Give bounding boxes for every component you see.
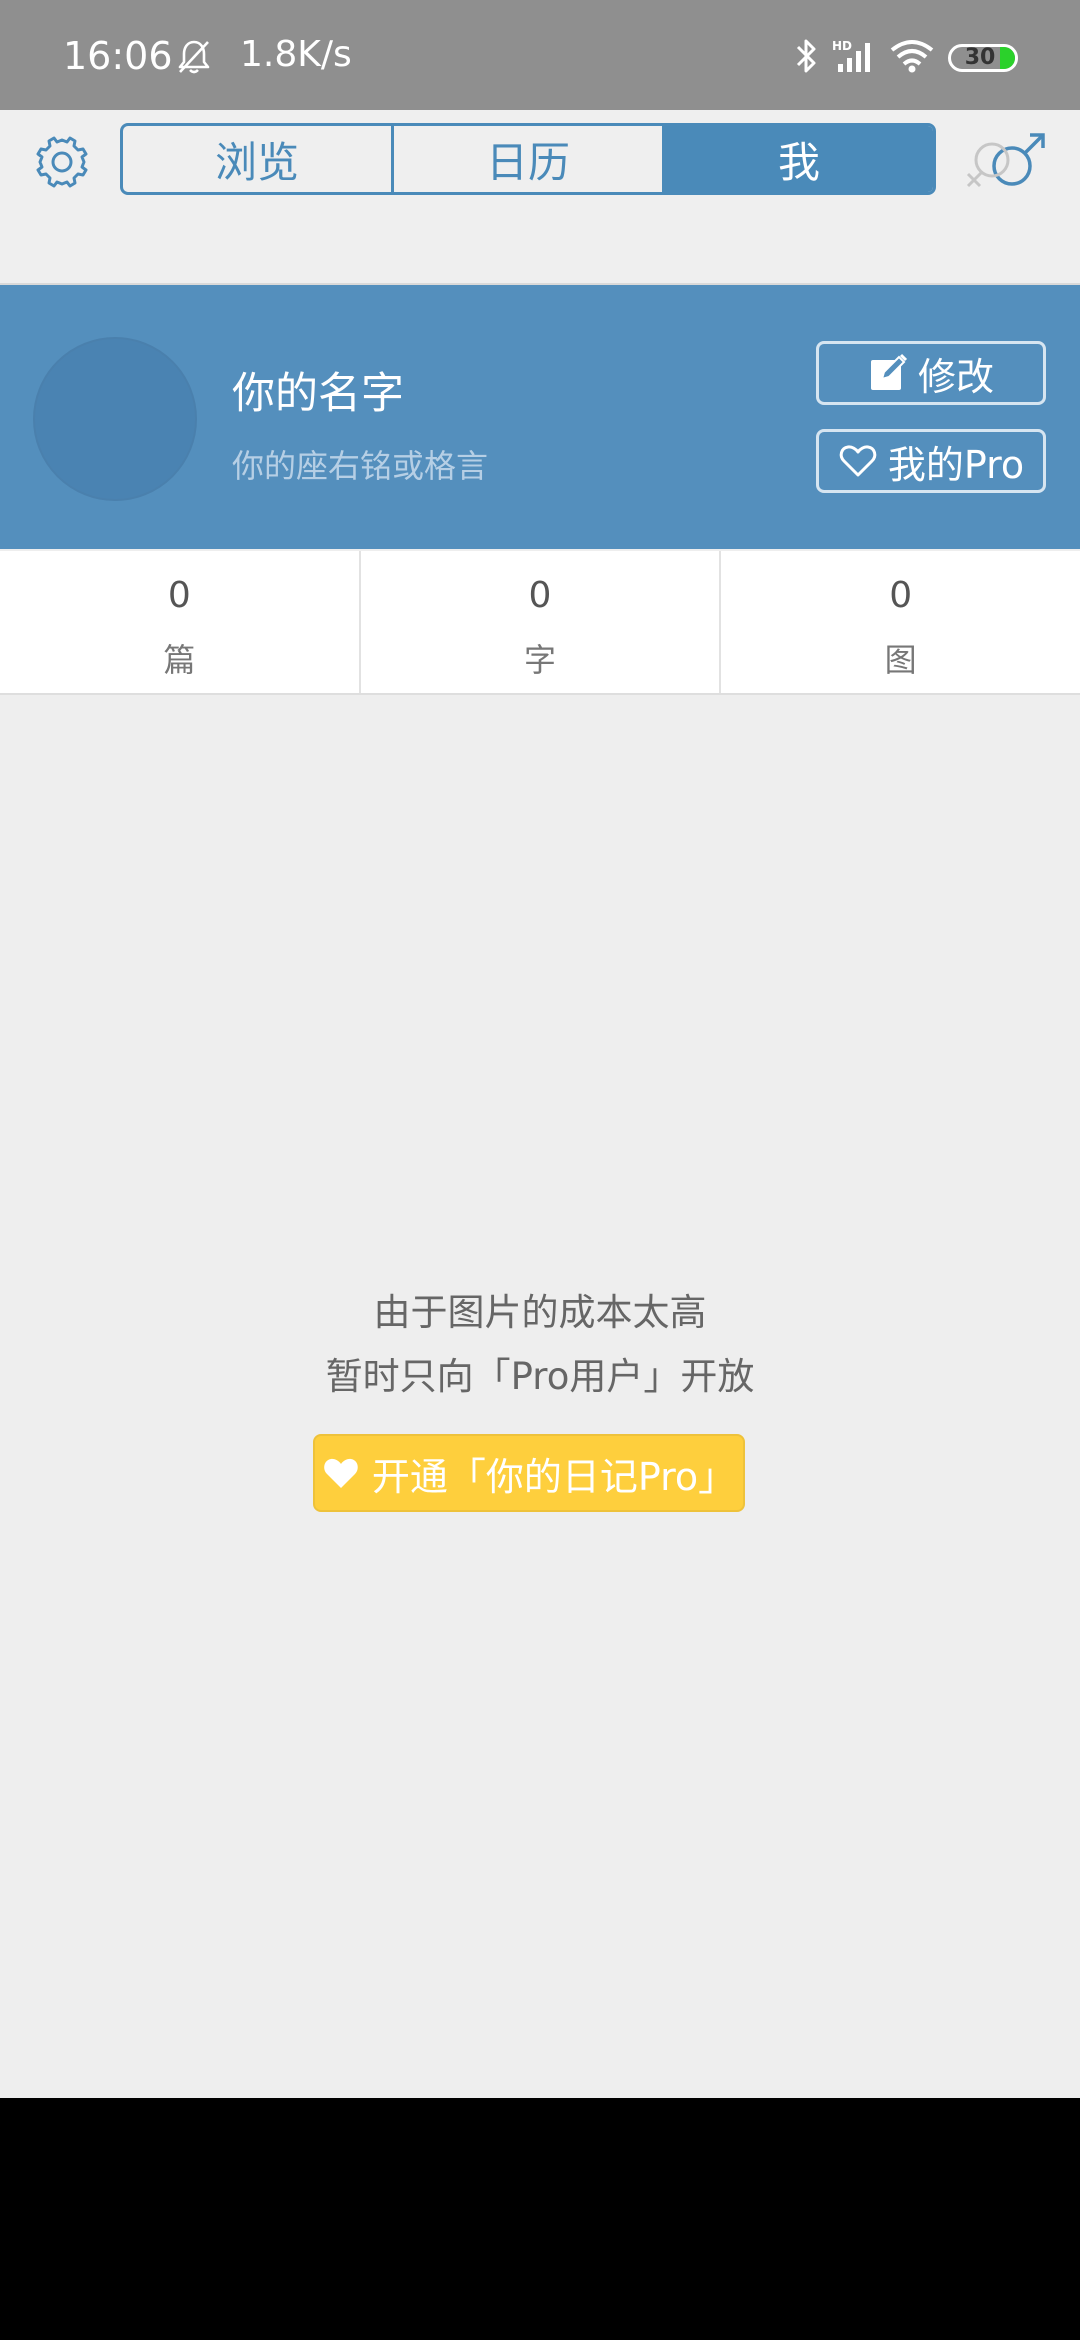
profile-motto[interactable]: 你的座右铭或格言 <box>232 441 488 487</box>
edit-profile-button[interactable]: 修改 <box>816 341 1046 405</box>
status-bar: 16:06 1.8K/s HD 30 <box>0 0 1080 110</box>
stat-images[interactable]: 0 图 <box>721 551 1080 693</box>
my-pro-label: 我的Pro <box>887 442 1025 487</box>
stat-images-value: 0 <box>889 575 913 616</box>
gender-icon[interactable] <box>960 128 1050 204</box>
pro-notice-line1: 由于图片的成本太高 <box>373 1291 707 1334</box>
upgrade-pro-button[interactable]: 开通「你的日记Pro」 <box>313 1434 745 1512</box>
battery-percent: 30 <box>964 45 996 70</box>
stat-words-label: 字 <box>524 641 557 679</box>
profile-header: 你的名字 你的座右铭或格言 修改 我的Pro <box>0 285 1080 549</box>
stats-row: 0 篇 0 字 0 图 <box>0 551 1080 695</box>
pro-notice-line2: 暂时只向「Pro用户」开放 <box>325 1355 755 1398</box>
stat-images-label: 图 <box>884 641 917 679</box>
my-pro-button[interactable]: 我的Pro <box>816 429 1046 493</box>
status-time: 16:06 <box>63 34 173 78</box>
upgrade-pro-label: 开通「你的日记Pro」 <box>371 1454 737 1499</box>
tab-me[interactable]: 我 <box>665 126 933 192</box>
edit-icon <box>870 353 908 390</box>
stat-words-value: 0 <box>528 575 552 616</box>
view-tabs: 浏览 日历 我 <box>120 123 936 195</box>
top-bar: 浏览 日历 我 <box>0 110 1080 285</box>
gear-icon[interactable] <box>30 130 94 194</box>
stat-entries-value: 0 <box>167 575 191 616</box>
status-net-speed: 1.8K/s <box>240 34 352 75</box>
heart-icon <box>324 1458 358 1488</box>
stat-entries-label: 篇 <box>163 641 196 679</box>
tab-calendar[interactable]: 日历 <box>394 126 665 192</box>
signal-icon: HD <box>832 39 870 72</box>
svg-text:HD: HD <box>832 39 852 53</box>
stat-words[interactable]: 0 字 <box>361 551 722 693</box>
stat-entries[interactable]: 0 篇 <box>0 551 361 693</box>
wifi-icon <box>890 40 934 73</box>
edit-profile-label: 修改 <box>917 354 994 399</box>
heart-outline-icon <box>839 445 877 477</box>
battery-icon: 30 <box>948 44 1018 72</box>
screen: 16:06 1.8K/s HD 30 浏览 日历 我 你的名字 你的座右铭或格言… <box>0 0 1080 2098</box>
tab-browse[interactable]: 浏览 <box>123 126 394 192</box>
avatar[interactable] <box>33 337 197 501</box>
bluetooth-icon <box>796 39 816 73</box>
profile-name[interactable]: 你的名字 <box>232 359 404 421</box>
bell-off-icon <box>178 40 210 74</box>
